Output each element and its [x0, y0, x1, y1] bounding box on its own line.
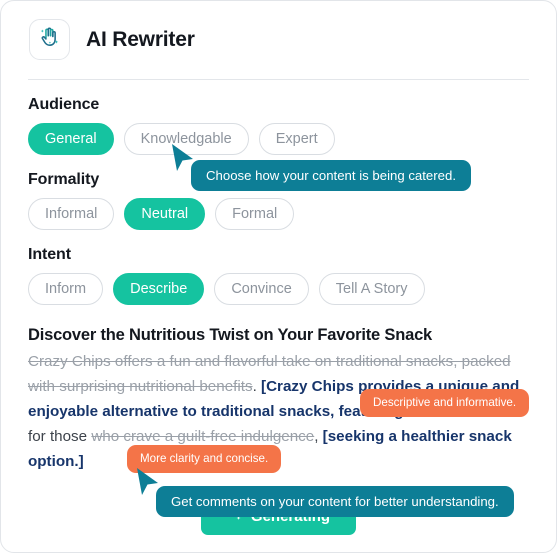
header-divider	[28, 79, 529, 80]
intent-option-tell-a-story[interactable]: Tell A Story	[318, 273, 425, 305]
audience-option-expert[interactable]: Expert	[258, 123, 335, 155]
intent-option-inform[interactable]: Inform	[28, 273, 104, 305]
magic-hand-icon	[37, 25, 62, 55]
content-plain-3: ,	[314, 428, 323, 445]
formality-option-neutral[interactable]: Neutral	[124, 198, 206, 230]
ai-rewriter-card: AI Rewriter Audience General Knowledgabl…	[0, 0, 557, 553]
content-deleted-2: who crave a guilt-free indulgence	[91, 428, 315, 445]
group-audience: Audience General Knowledgable Expert	[1, 96, 556, 155]
page-title: AI Rewriter	[86, 27, 195, 51]
group-intent: Intent Inform Describe Convince Tell A S…	[1, 246, 556, 305]
cursor-pointer-icon-audience	[169, 143, 197, 178]
content-heading: Discover the Nutritious Twist on Your Fa…	[28, 326, 433, 344]
formality-option-formal[interactable]: Formal	[215, 198, 295, 230]
group-label-audience: Audience	[28, 96, 100, 113]
cursor-pointer-icon-comments	[134, 467, 162, 502]
formality-option-informal[interactable]: Informal	[28, 198, 115, 230]
chip-row-audience: General Knowledgable Expert	[28, 123, 529, 155]
card-header: AI Rewriter	[1, 1, 556, 60]
app-icon-container	[29, 19, 70, 60]
chip-row-intent: Inform Describe Convince Tell A Story	[28, 273, 529, 305]
chip-row-formality: Informal Neutral Formal	[28, 198, 529, 230]
audience-option-general[interactable]: General	[28, 123, 114, 155]
intent-option-describe[interactable]: Describe	[113, 273, 205, 305]
tooltip-audience: Choose how your content is being catered…	[191, 160, 471, 192]
group-label-intent: Intent	[28, 246, 71, 263]
comment-badge-descriptive[interactable]: Descriptive and informative.	[360, 389, 530, 417]
tooltip-comments: Get comments on your content for better …	[156, 486, 514, 518]
content-plain-1: .	[252, 378, 262, 395]
intent-option-convince[interactable]: Convince	[214, 273, 309, 305]
